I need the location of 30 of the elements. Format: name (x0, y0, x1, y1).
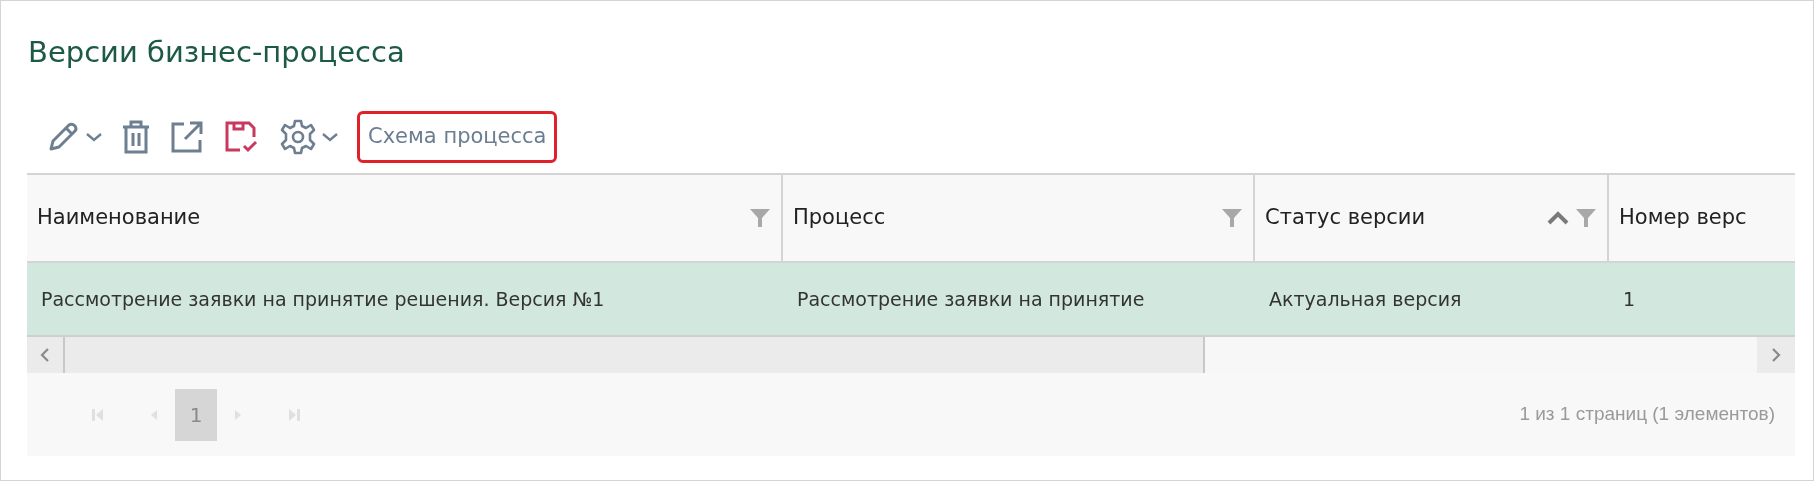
page-title: Версии бизнес-процесса (28, 35, 405, 69)
settings-menu-button[interactable] (279, 118, 339, 156)
delete-button[interactable] (121, 119, 151, 155)
open-button[interactable] (169, 119, 205, 155)
column-label: Номер верс (1619, 204, 1748, 232)
settings-icon (279, 118, 317, 156)
scrollbar-thumb[interactable] (1205, 337, 1757, 373)
filter-icon[interactable] (1575, 207, 1597, 229)
column-label: Процесс (793, 204, 887, 232)
table-cell-text: Актуальная версия (1269, 286, 1462, 312)
external-link-icon (169, 119, 205, 155)
table-cell-text: Рассмотрение заявки на принятие решения. Версия №1 (41, 286, 605, 312)
filter-icon[interactable] (1221, 207, 1243, 229)
trash-icon (121, 119, 151, 155)
table-cell-text: 1 (1623, 286, 1636, 312)
chevron-down-icon (85, 131, 103, 143)
chevron-right-icon (1770, 347, 1782, 363)
filter-icon[interactable] (749, 207, 771, 229)
column-header[interactable]: Статус версии (1255, 175, 1609, 261)
chevron-down-icon (321, 131, 339, 143)
process-diagram-button[interactable]: Схема процесса (357, 111, 558, 163)
table-row[interactable]: Рассмотрение заявки на принятие решения. Версия №1 Рассмотрение заявки на принятие Актуальная версия 1 (27, 263, 1795, 335)
page-info: 1 из 1 страниц (1 элементов) (1519, 402, 1775, 427)
chevron-left-icon (39, 347, 51, 363)
column-header[interactable]: Наименование (27, 175, 783, 261)
column-label: Наименование (37, 204, 202, 232)
column-header[interactable]: Процесс (783, 175, 1255, 261)
column-label: Статус версии (1265, 204, 1427, 232)
table-cell-text: Рассмотрение заявки на принятие (797, 286, 1145, 312)
column-header[interactable]: Номер верс (1609, 175, 1795, 261)
